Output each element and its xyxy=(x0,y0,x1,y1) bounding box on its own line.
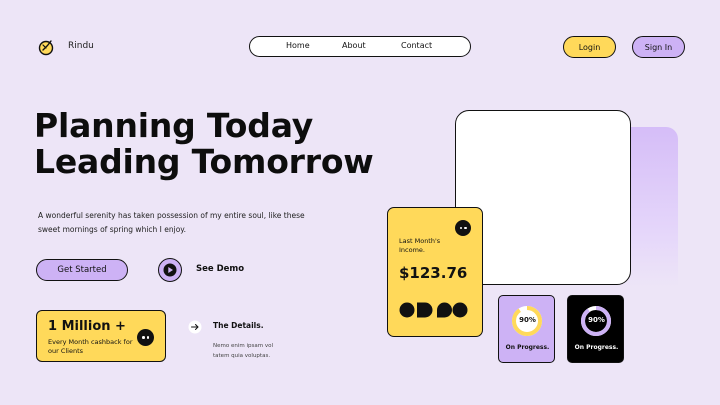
details-title: The Details. xyxy=(213,321,264,330)
hero-description: A wonderful serenity has taken possessio… xyxy=(38,211,305,234)
main-nav: Home About Contact xyxy=(249,36,471,57)
income-card: Last Month's Income. $123.76 xyxy=(387,207,483,337)
progress-card-1: 90% On Progress. xyxy=(498,295,555,363)
progress-label-1: On Progress. xyxy=(505,344,550,351)
progress-label-2: On Progress. xyxy=(574,344,619,351)
more-dots-icon[interactable] xyxy=(455,220,471,236)
stat-value: 1 Million + xyxy=(48,319,126,334)
nav-item-contact[interactable]: Contact xyxy=(401,41,432,50)
play-icon[interactable] xyxy=(158,258,182,282)
stat-caption: Every Month cashback for our Clients xyxy=(48,338,133,355)
progress-percent-2: 90% xyxy=(588,316,605,324)
arrow-right-icon[interactable] xyxy=(188,319,202,334)
more-dots-icon[interactable] xyxy=(137,329,154,346)
nav-item-about[interactable]: About xyxy=(342,41,366,50)
see-demo-link[interactable]: See Demo xyxy=(196,264,244,274)
sign-in-button[interactable]: Sign In xyxy=(632,36,685,58)
brand-name[interactable]: Rindu xyxy=(68,41,94,51)
decorative-shapes-icon xyxy=(399,302,468,318)
income-value: $123.76 xyxy=(399,264,468,282)
hero-title-line-2: Leading Tomorrow xyxy=(34,142,374,181)
get-started-button[interactable]: Get Started xyxy=(36,259,128,281)
compass-logo-icon[interactable] xyxy=(37,38,55,56)
nav-item-home[interactable]: Home xyxy=(286,41,310,50)
hero-title-line-1: Planning Today xyxy=(34,106,314,145)
hero-title: Planning Today Leading Tomorrow xyxy=(34,108,374,180)
progress-percent-1: 90% xyxy=(519,316,536,324)
details-text: Nemo enim ipsam vol tatem quia voluptas. xyxy=(213,343,273,359)
stat-card: 1 Million + Every Month cashback for our… xyxy=(36,310,166,362)
income-label: Last Month's Income. xyxy=(399,237,441,254)
progress-card-2: 90% On Progress. xyxy=(567,295,624,363)
login-button[interactable]: Login xyxy=(563,36,616,58)
